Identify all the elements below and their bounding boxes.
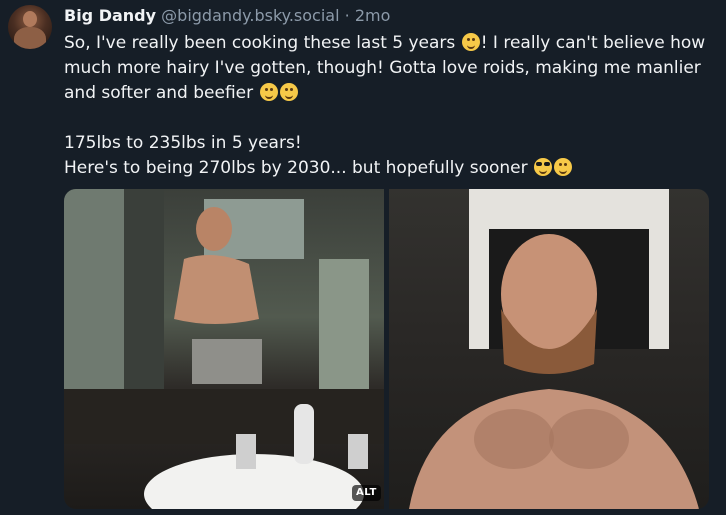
post-paragraph-1: So, I've really been cooking these last … [64,31,714,106]
post-text-segment-4: Here's to being 270lbs by 2030... but ho… [64,158,534,178]
avatar-face-shape [23,11,37,27]
post-timestamp[interactable]: 2mo [355,6,391,25]
author-display-name[interactable]: Big Dandy [64,6,156,25]
post-text-segment-1: So, I've really been cooking these last … [64,33,461,53]
header-separator: · [344,6,350,25]
after-photo-illustration [409,189,699,509]
post-paragraph-3: Here's to being 270lbs by 2030... but ho… [64,156,714,181]
alt-text-badge[interactable]: ALT [352,485,381,501]
after-photo[interactable] [389,189,709,509]
before-photo[interactable]: ALT [64,189,384,509]
post-image-grid: ALT [64,189,709,509]
smiling-face-emoji-icon [461,33,480,51]
post-header: Big Dandy @bigdandy.bsky.social · 2mo [64,5,390,27]
drooling-face-emoji-icon [554,158,573,176]
author-avatar[interactable] [8,5,52,49]
avatar-body-shape [14,27,46,49]
post-paragraph-2: 175lbs to 235lbs in 5 years! [64,131,714,156]
smiling-blush-emoji-icon [259,83,278,101]
post: Big Dandy @bigdandy.bsky.social · 2mo So… [0,0,726,515]
sunglasses-emoji-icon [534,158,553,176]
post-text-segment-3: 175lbs to 235lbs in 5 years! [64,133,302,153]
post-text: So, I've really been cooking these last … [64,31,714,181]
before-photo-illustration [64,189,384,509]
author-handle[interactable]: @bigdandy.bsky.social [161,6,339,25]
grinning-face-emoji-icon [279,83,298,101]
